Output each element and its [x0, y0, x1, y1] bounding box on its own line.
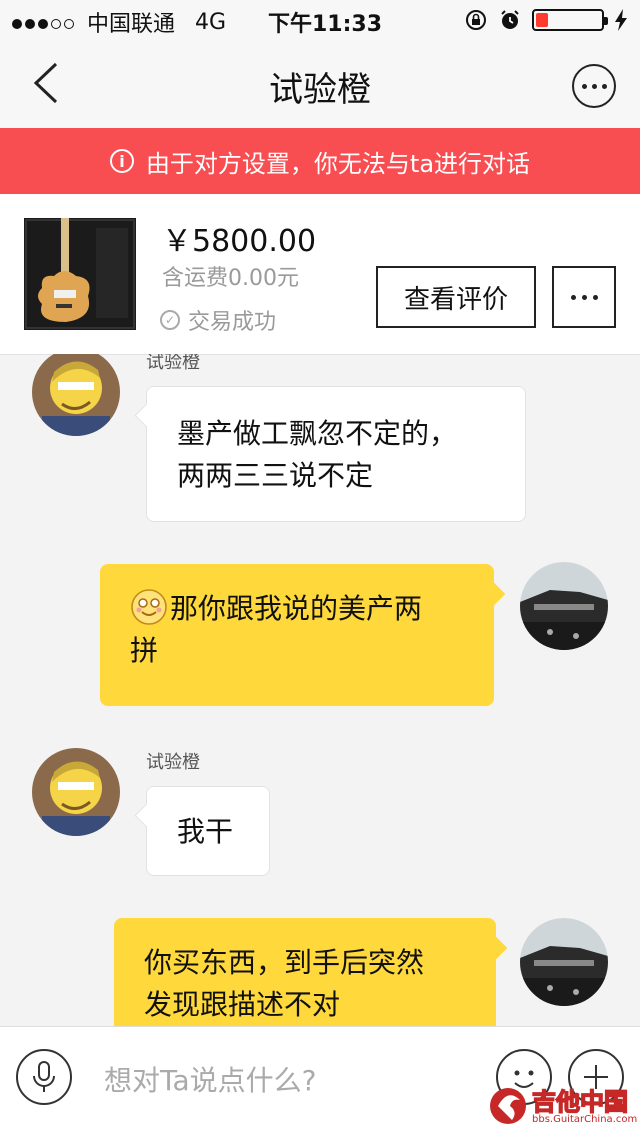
view-review-button[interactable]: 查看评价	[376, 266, 536, 328]
message-bubble[interactable]: 墨产做工飘忽不定的， 两两三三说不定	[146, 386, 526, 522]
check-circle-icon: ✓	[160, 310, 180, 330]
avatar[interactable]	[32, 748, 120, 836]
network-label: 4G	[195, 9, 227, 35]
avatar[interactable]	[520, 562, 608, 650]
smiling-face-icon	[131, 589, 167, 625]
message-line: 我干	[177, 815, 234, 848]
product-thumbnail[interactable]	[24, 218, 136, 330]
message-bubble[interactable]: 那你跟我说的美产两 拼	[100, 564, 494, 706]
avatar[interactable]	[32, 354, 120, 436]
rotation-lock-icon	[466, 10, 486, 30]
message-line: 两两三三说不定	[177, 459, 374, 492]
site-watermark: 吉他中国 bbs.GuitarChina.com	[488, 1080, 638, 1132]
status-bar: 中国联通 4G 下午11:33	[0, 0, 640, 40]
message-bubble[interactable]: 我干	[146, 786, 270, 876]
message-line: 拼	[130, 634, 159, 667]
message-line: 墨产做工飘忽不定的，	[177, 417, 458, 450]
banner-text: 由于对方设置，你无法与ta进行对话	[145, 149, 531, 178]
battery-icon	[532, 9, 608, 31]
message-bubble[interactable]: 你买东西，到手后突然 发现跟描述不对	[114, 918, 496, 1026]
message-line: 你买东西，到手后突然	[144, 946, 425, 979]
sender-name: 试验橙	[146, 752, 200, 773]
clock: 下午11:33	[268, 12, 383, 37]
chat-area[interactable]: 试验橙 墨产做工飘忽不定的， 两两三三说不定 那你跟我说的美产两 拼 试验橙 我…	[0, 354, 640, 1026]
microphone-icon	[33, 1061, 55, 1092]
message-line: 发现跟描述不对	[144, 988, 341, 1021]
deal-status-label: 交易成功	[188, 310, 277, 335]
watermark-text: 吉他中国	[531, 1087, 629, 1117]
deal-status: ✓ 交易成功	[160, 304, 276, 336]
guitarchina-logo-icon	[490, 1088, 526, 1124]
sender-name: 试验橙	[146, 354, 200, 373]
message-line: 那你跟我说的美产两	[170, 592, 423, 625]
voice-input-button[interactable]	[16, 1049, 72, 1105]
more-options-button[interactable]	[572, 64, 616, 108]
guitar-image	[24, 218, 136, 330]
product-price: ￥5800.00	[162, 224, 317, 259]
shipping-fee: 含运费0.00元	[162, 266, 299, 291]
product-more-button[interactable]	[552, 266, 616, 328]
carrier-label: 中国联通	[87, 12, 176, 37]
page-title: 试验橙	[269, 70, 371, 110]
message-input[interactable]: 想对Ta说点什么?	[104, 1059, 317, 1099]
cannot-chat-banner: i 由于对方设置，你无法与ta进行对话	[0, 128, 640, 194]
charging-bolt-icon	[615, 9, 627, 31]
watermark-url: bbs.GuitarChina.com	[532, 1114, 638, 1125]
info-icon: i	[109, 149, 134, 173]
alarm-icon	[501, 10, 519, 29]
avatar[interactable]	[520, 918, 608, 1006]
product-card: ￥5800.00 含运费0.00元 ✓ 交易成功 查看评价	[0, 194, 640, 355]
signal-strength-icon	[12, 10, 77, 35]
navigation-bar: 试验橙	[0, 40, 640, 128]
